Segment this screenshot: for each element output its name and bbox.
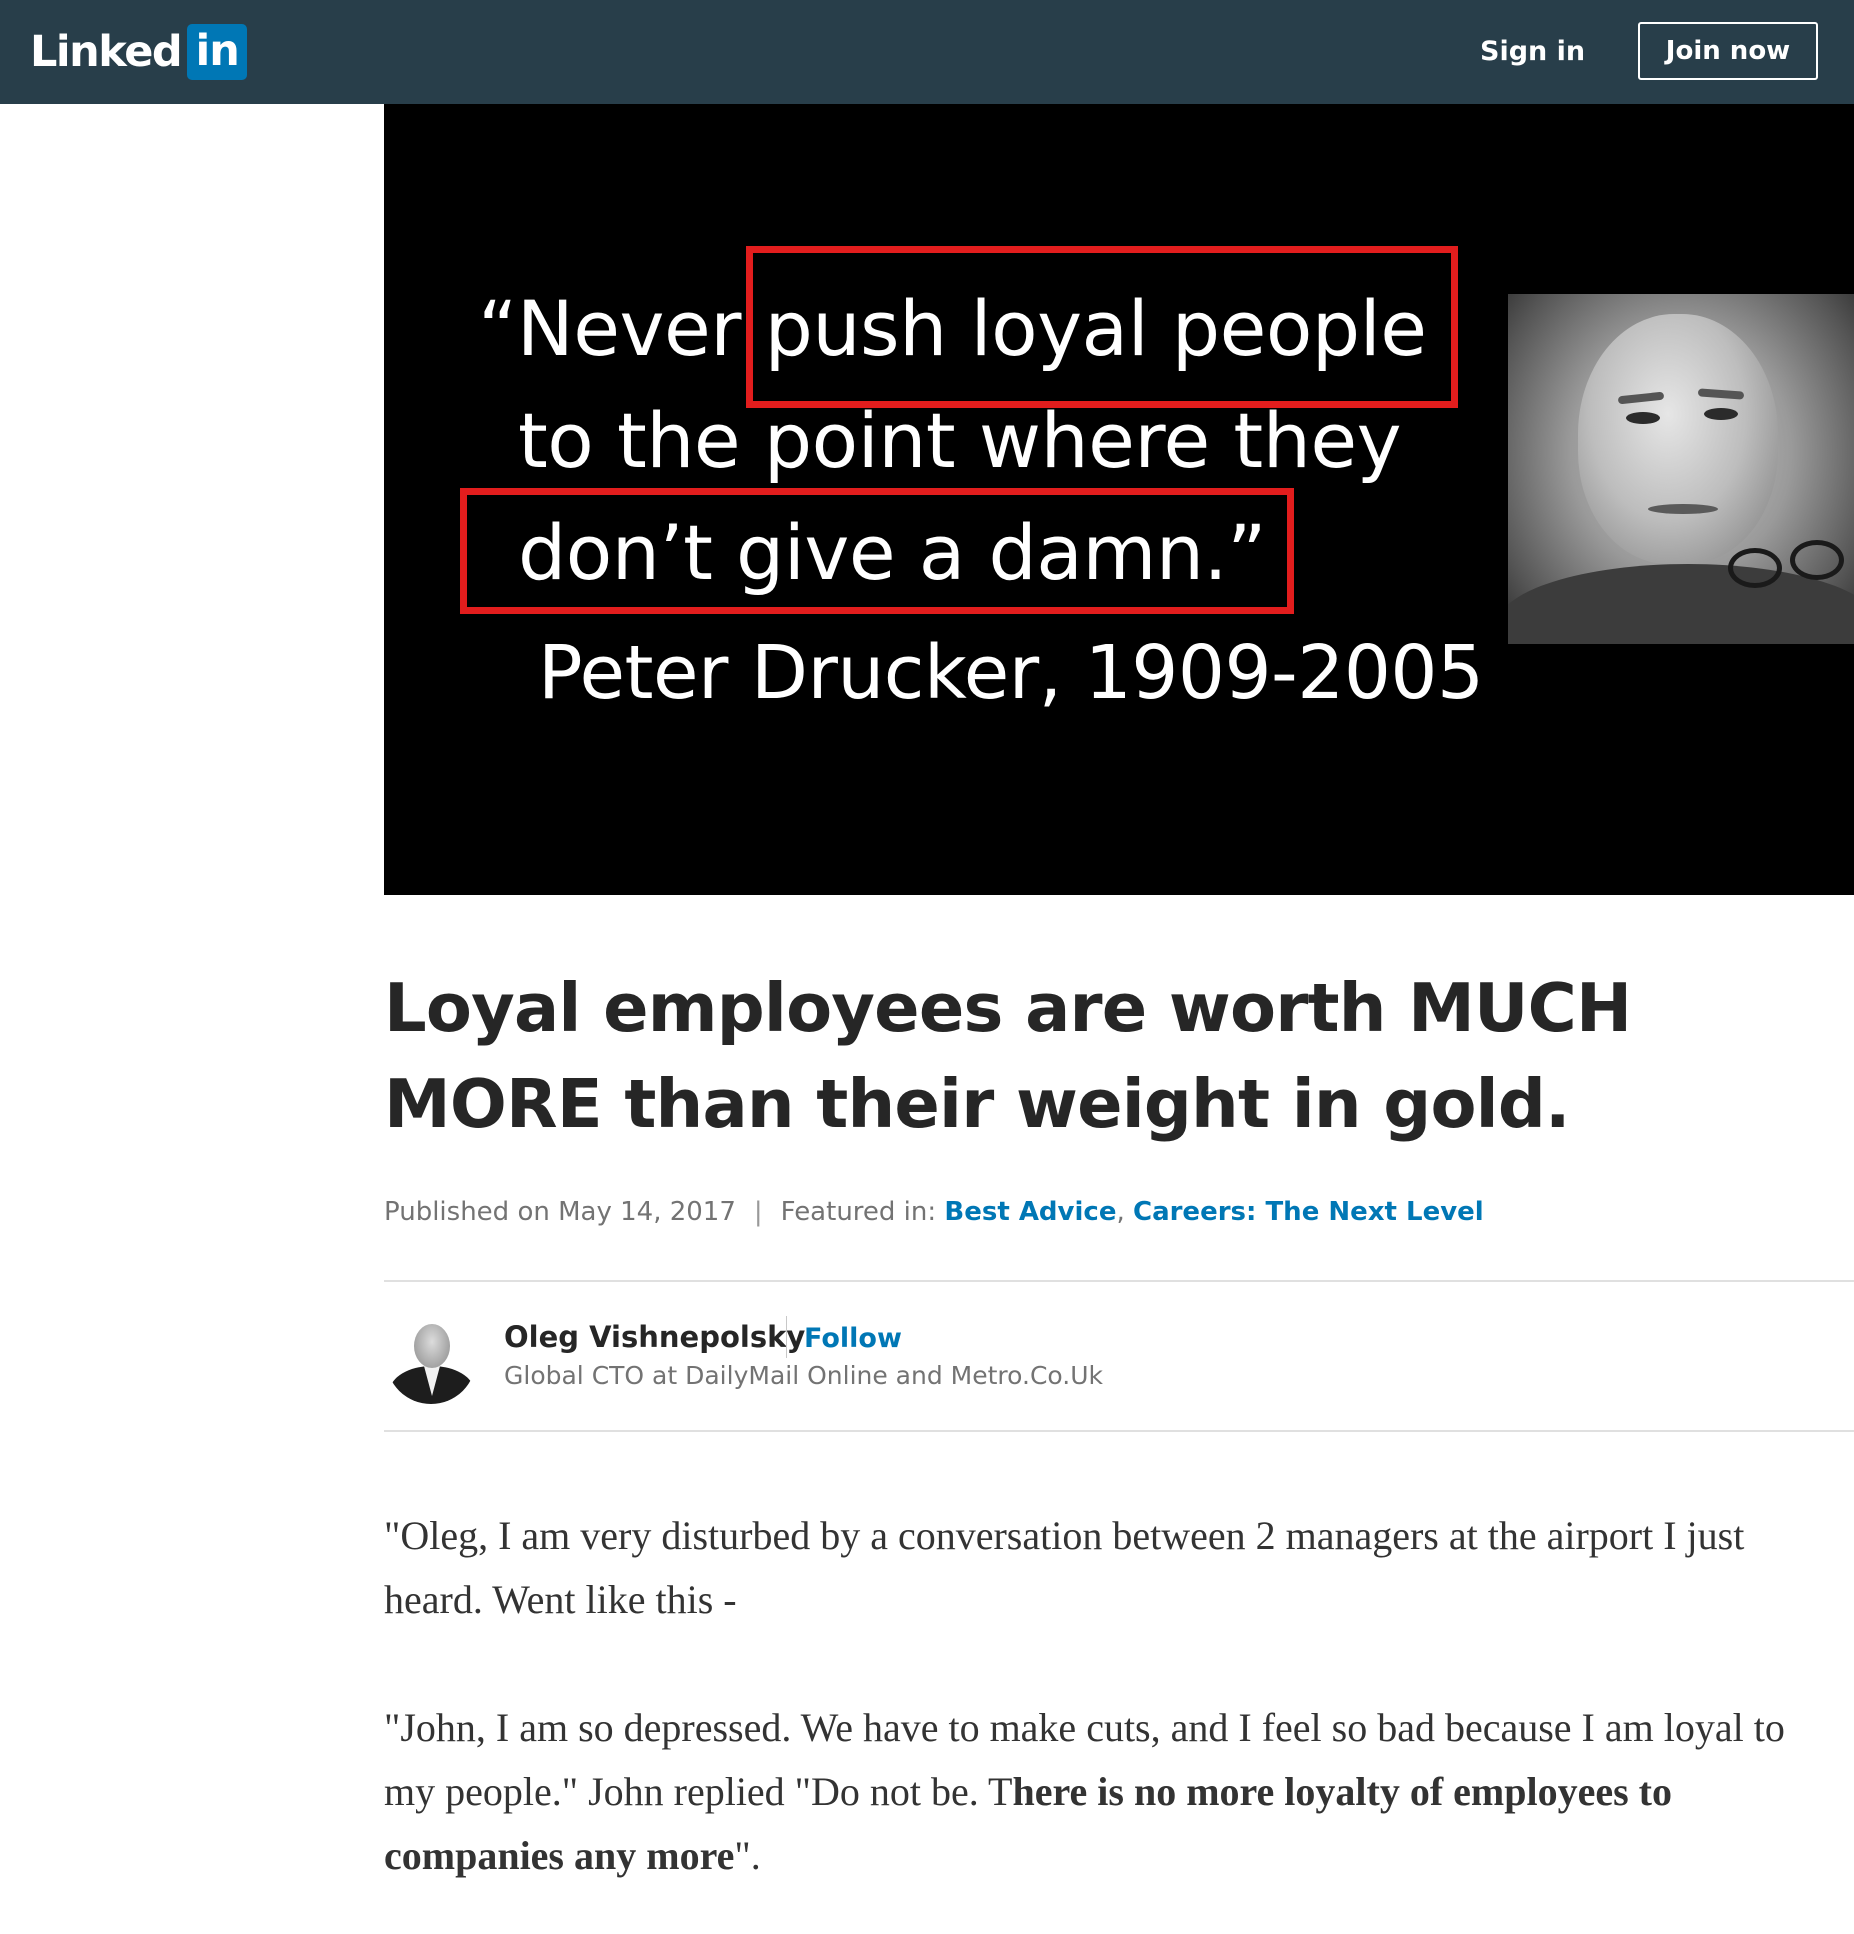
article-meta: Published on May 14, 2017 | Featured in: B… xyxy=(384,1192,1484,1232)
body-paragraph-2-end: ". xyxy=(734,1833,761,1878)
quote-attribution: Peter Drucker, 1909-2005 xyxy=(538,630,1484,716)
quote-line-2: to the point where they xyxy=(518,396,1402,485)
top-nav-bar: Linked in Sign in Join now xyxy=(0,0,1854,104)
logo-in-box: in xyxy=(187,24,248,80)
join-now-button[interactable]: Join now xyxy=(1638,22,1818,80)
portrait-mouth xyxy=(1648,504,1718,514)
follow-button[interactable]: Follow xyxy=(804,1320,902,1358)
quote-line-1-boxed: push loyal people xyxy=(764,284,1427,373)
avatar-head xyxy=(414,1324,450,1368)
published-date: Published on May 14, 2017 xyxy=(384,1197,736,1227)
author-name[interactable]: Oleg Vishnepolsky xyxy=(504,1318,805,1356)
eyeglasses-icon xyxy=(1728,534,1848,594)
quote-line-1-pre: “Never xyxy=(478,284,765,373)
portrait-eye-right xyxy=(1704,408,1738,420)
portrait-eye-left xyxy=(1626,412,1660,424)
author-separator xyxy=(786,1316,787,1358)
glasses-lens-right xyxy=(1790,540,1844,580)
featured-label: Featured in: xyxy=(780,1197,937,1227)
meta-separator: | xyxy=(753,1197,763,1227)
quote-line-3: don’t give a damn.” xyxy=(518,508,1267,597)
linkedin-logo[interactable]: Linked in xyxy=(30,24,248,80)
divider-top xyxy=(384,1280,1854,1282)
hero-image: “Never push loyal people to the point wh… xyxy=(384,104,1854,895)
featured-link-best-advice[interactable]: Best Advice xyxy=(944,1197,1116,1227)
logo-wordmark: Linked xyxy=(30,27,183,77)
quote-line-1: “Never push loyal people xyxy=(478,284,1427,374)
article-title: Loyal employees are worth MUCH MORE than… xyxy=(384,969,1632,1143)
author-headline: Global CTO at DailyMail Online and Metro… xyxy=(504,1361,1103,1390)
portrait-face xyxy=(1578,314,1778,564)
featured-comma: , xyxy=(1116,1197,1125,1227)
sign-in-link[interactable]: Sign in xyxy=(1480,30,1585,74)
drucker-portrait xyxy=(1508,294,1854,644)
glasses-lens-left xyxy=(1728,548,1782,588)
featured-link-careers[interactable]: Careers: The Next Level xyxy=(1133,1197,1484,1227)
divider-bottom xyxy=(384,1430,1854,1432)
author-avatar[interactable] xyxy=(386,1314,476,1404)
body-paragraph-1: "Oleg, I am very disturbed by a conversa… xyxy=(384,1513,1745,1622)
body-paragraph-2: "John, I am so depressed. We have to mak… xyxy=(384,1696,1844,1888)
